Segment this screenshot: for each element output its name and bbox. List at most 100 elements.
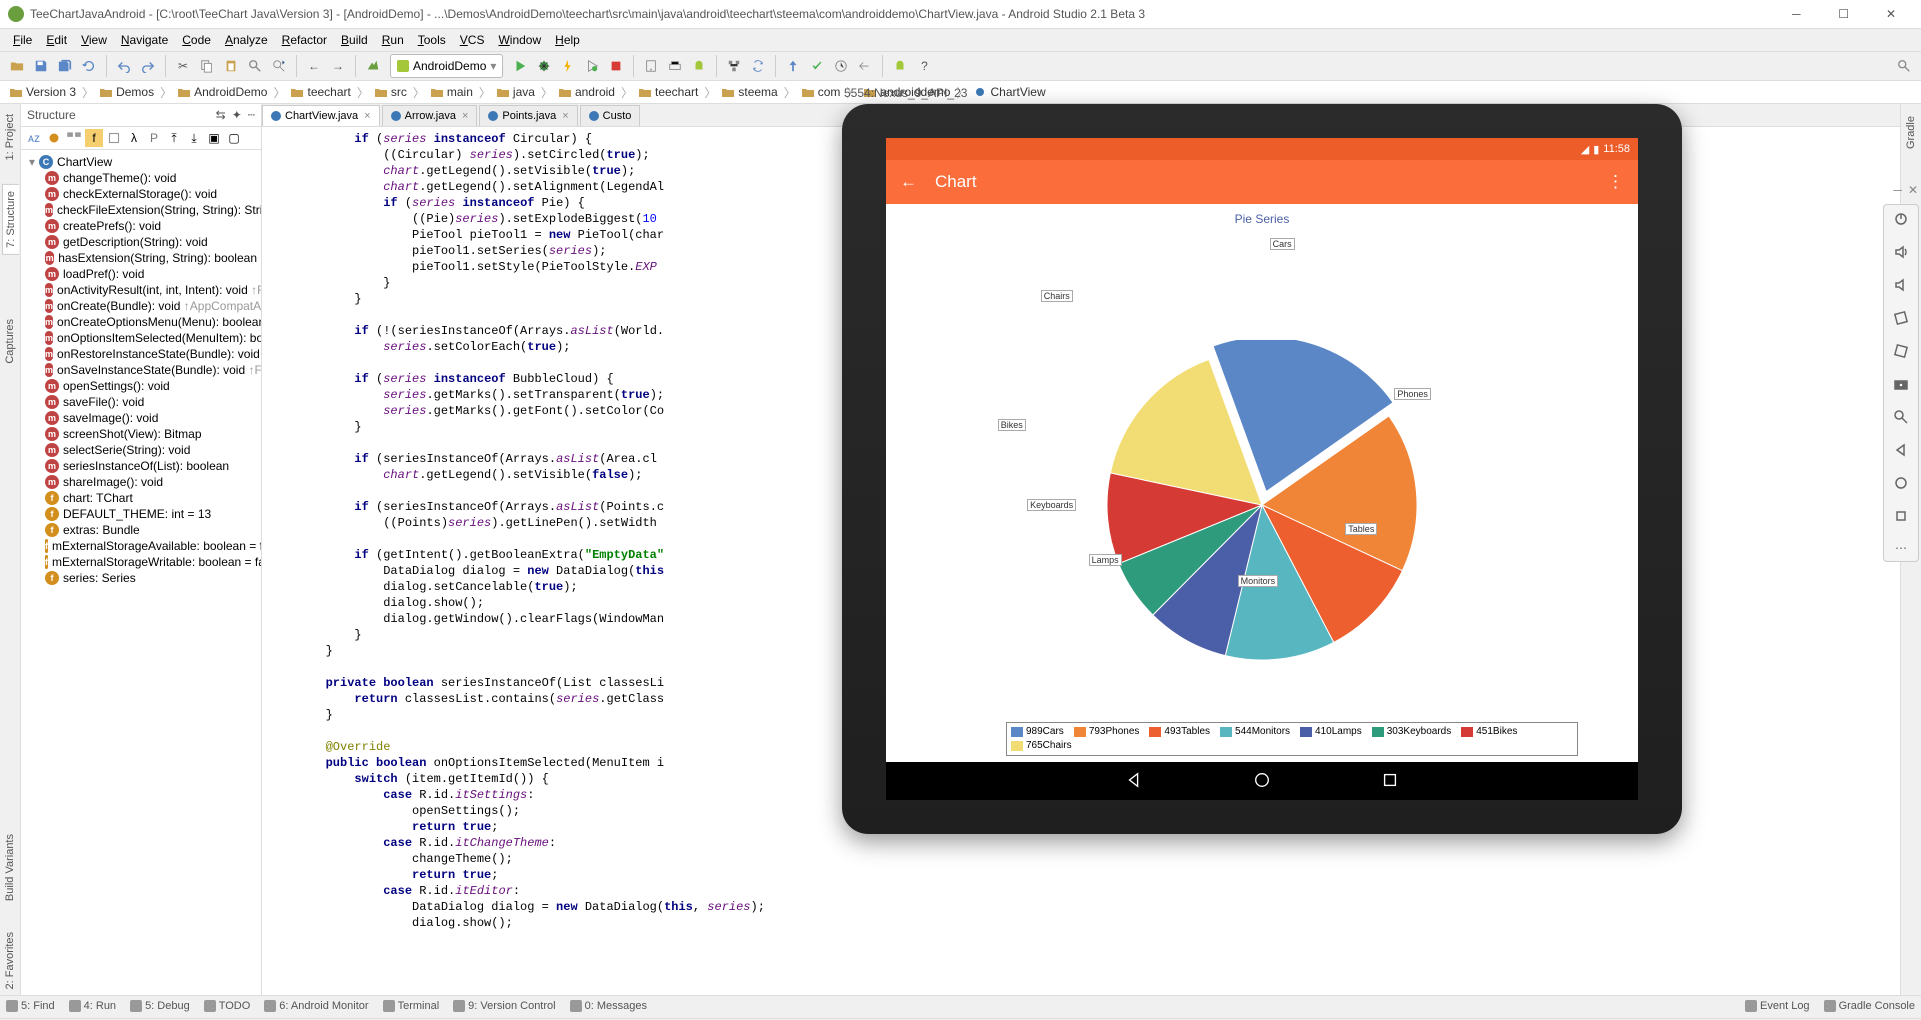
undo-icon[interactable]: [113, 55, 135, 77]
help-icon[interactable]: ?: [913, 55, 935, 77]
close-tab-icon[interactable]: ×: [462, 110, 468, 122]
breadcrumb-item[interactable]: steema: [718, 85, 781, 99]
menu-refactor[interactable]: Refactor: [275, 33, 334, 47]
show-fields-icon[interactable]: f: [85, 129, 103, 147]
bottom-tool-gradle[interactable]: Gradle Console: [1824, 1000, 1915, 1012]
breadcrumb-item[interactable]: AndroidDemo: [174, 85, 271, 99]
run-instant-icon[interactable]: [557, 55, 579, 77]
menu-run[interactable]: Run: [375, 33, 411, 47]
minimize-button[interactable]: ─: [1774, 7, 1818, 21]
emu-minimize-icon[interactable]: ─: [1893, 183, 1902, 197]
breadcrumb-item[interactable]: main: [427, 85, 477, 99]
debug-icon[interactable]: [533, 55, 555, 77]
project-structure-icon[interactable]: [723, 55, 745, 77]
structure-item[interactable]: f extras: Bundle: [21, 522, 261, 538]
structure-nav-icon[interactable]: ⇆: [216, 108, 226, 122]
structure-item[interactable]: m checkExternalStorage(): void: [21, 186, 261, 202]
menu-help[interactable]: Help: [548, 33, 587, 47]
vcs-history-icon[interactable]: [830, 55, 852, 77]
back-icon[interactable]: ←: [303, 55, 325, 77]
emu-volume-down-icon[interactable]: [1893, 277, 1909, 296]
overflow-icon[interactable]: ⋮: [1607, 172, 1624, 192]
structure-item[interactable]: m onSaveInstanceState(Bundle): void ↑Fra…: [21, 362, 261, 378]
run-configuration[interactable]: AndroidDemo ▾: [390, 54, 503, 78]
emulator-screen[interactable]: ◢ ▮ 11:58 ← Chart ⋮ Pie Series CarsPhone…: [886, 138, 1638, 800]
paste-icon[interactable]: [220, 55, 242, 77]
copy-icon[interactable]: [196, 55, 218, 77]
menu-vcs[interactable]: VCS: [453, 33, 492, 47]
open-icon[interactable]: [6, 55, 28, 77]
menu-build[interactable]: Build: [334, 33, 375, 47]
structure-item[interactable]: f chart: TChart: [21, 490, 261, 506]
show-anon-icon[interactable]: λ: [125, 129, 143, 147]
show-inherited-icon[interactable]: [105, 129, 123, 147]
replace-icon[interactable]: [268, 55, 290, 77]
editor-tab[interactable]: Points.java×: [479, 105, 577, 126]
structure-item[interactable]: m onCreate(Bundle): void ↑AppCompatActiv…: [21, 298, 261, 314]
vcs-commit-icon[interactable]: [806, 55, 828, 77]
nav-recent-icon[interactable]: [1381, 771, 1399, 792]
menu-file[interactable]: File: [6, 33, 39, 47]
structure-item[interactable]: m loadPref(): void: [21, 266, 261, 282]
ddms-icon[interactable]: [688, 55, 710, 77]
structure-item[interactable]: m selectSerie(String): void: [21, 442, 261, 458]
refresh-icon[interactable]: [78, 55, 100, 77]
menu-tools[interactable]: Tools: [411, 33, 453, 47]
redo-icon[interactable]: [137, 55, 159, 77]
emu-screenshot-icon[interactable]: [1893, 376, 1909, 395]
emulator-window[interactable]: 5554:Nexus_9_API_23 ◢ ▮ 11:58 ← Chart ⋮: [842, 104, 1682, 834]
vcs-revert-icon[interactable]: [854, 55, 876, 77]
menu-code[interactable]: Code: [175, 33, 218, 47]
bottom-tool-run[interactable]: 4: Run: [69, 1000, 116, 1012]
structure-item[interactable]: m createPrefs(): void: [21, 218, 261, 234]
structure-item[interactable]: f DEFAULT_THEME: int = 13: [21, 506, 261, 522]
sort-alpha-icon[interactable]: ᴀᴢ: [25, 129, 43, 147]
chart-area[interactable]: Pie Series CarsPhonesTablesMonitorsLamps…: [886, 204, 1638, 762]
collapse-all-icon[interactable]: ▢: [225, 129, 243, 147]
tool-tab-captures[interactable]: Captures: [2, 313, 18, 370]
editor-tab[interactable]: Custo: [580, 105, 641, 126]
sync-icon[interactable]: [747, 55, 769, 77]
structure-item[interactable]: m onCreateOptionsMenu(Menu): boolean ↑Ac: [21, 314, 261, 330]
structure-item[interactable]: m onRestoreInstanceState(Bundle): void ↑…: [21, 346, 261, 362]
emu-volume-up-icon[interactable]: [1893, 244, 1909, 263]
make-icon[interactable]: [362, 55, 384, 77]
save-all-icon[interactable]: [54, 55, 76, 77]
structure-item[interactable]: m checkFileExtension(String, String): St…: [21, 202, 261, 218]
menu-view[interactable]: View: [74, 33, 114, 47]
bottom-tool-monitor[interactable]: 6: Android Monitor: [264, 1000, 368, 1012]
tool-tab-build-variants[interactable]: Build Variants: [2, 828, 18, 907]
avd-icon[interactable]: [640, 55, 662, 77]
run-icon[interactable]: [509, 55, 531, 77]
sdk-icon[interactable]: [664, 55, 686, 77]
structure-item[interactable]: f mExternalStorageWritable: boolean = fa…: [21, 554, 261, 570]
search-everywhere-icon[interactable]: [1893, 55, 1915, 77]
structure-item[interactable]: m getDescription(String): void: [21, 234, 261, 250]
emu-rotate-left-icon[interactable]: [1893, 310, 1909, 329]
breadcrumb-item[interactable]: Version 3: [6, 85, 80, 99]
tool-tab-favorites[interactable]: 2: Favorites: [2, 926, 18, 995]
menu-edit[interactable]: Edit: [39, 33, 74, 47]
emu-back-icon[interactable]: [1893, 442, 1909, 461]
breadcrumb-item[interactable]: Demos: [96, 85, 158, 99]
show-props-icon[interactable]: P: [145, 129, 163, 147]
tool-tab-project[interactable]: 1: Project: [2, 108, 18, 166]
structure-item[interactable]: m hasExtension(String, String): boolean: [21, 250, 261, 266]
bottom-tool-todo[interactable]: TODO: [204, 1000, 251, 1012]
find-icon[interactable]: [244, 55, 266, 77]
emu-power-icon[interactable]: [1893, 211, 1909, 230]
nav-back-icon[interactable]: [1125, 771, 1143, 792]
structure-item[interactable]: m screenShot(View): Bitmap: [21, 426, 261, 442]
emu-zoom-icon[interactable]: [1893, 409, 1909, 428]
maximize-button[interactable]: ☐: [1822, 7, 1866, 21]
structure-item[interactable]: f series: Series: [21, 570, 261, 586]
sort-visibility-icon[interactable]: [45, 129, 63, 147]
emu-close-icon[interactable]: ✕: [1908, 183, 1918, 197]
editor-tab[interactable]: ChartView.java×: [262, 105, 380, 126]
editor-tab[interactable]: Arrow.java×: [382, 105, 478, 126]
back-arrow-icon[interactable]: ←: [900, 172, 917, 192]
emu-rotate-right-icon[interactable]: [1893, 343, 1909, 362]
bottom-tool-terminal[interactable]: Terminal: [383, 1000, 440, 1012]
structure-item[interactable]: f mExternalStorageAvailable: boolean = f…: [21, 538, 261, 554]
structure-item[interactable]: m seriesInstanceOf(List): boolean: [21, 458, 261, 474]
